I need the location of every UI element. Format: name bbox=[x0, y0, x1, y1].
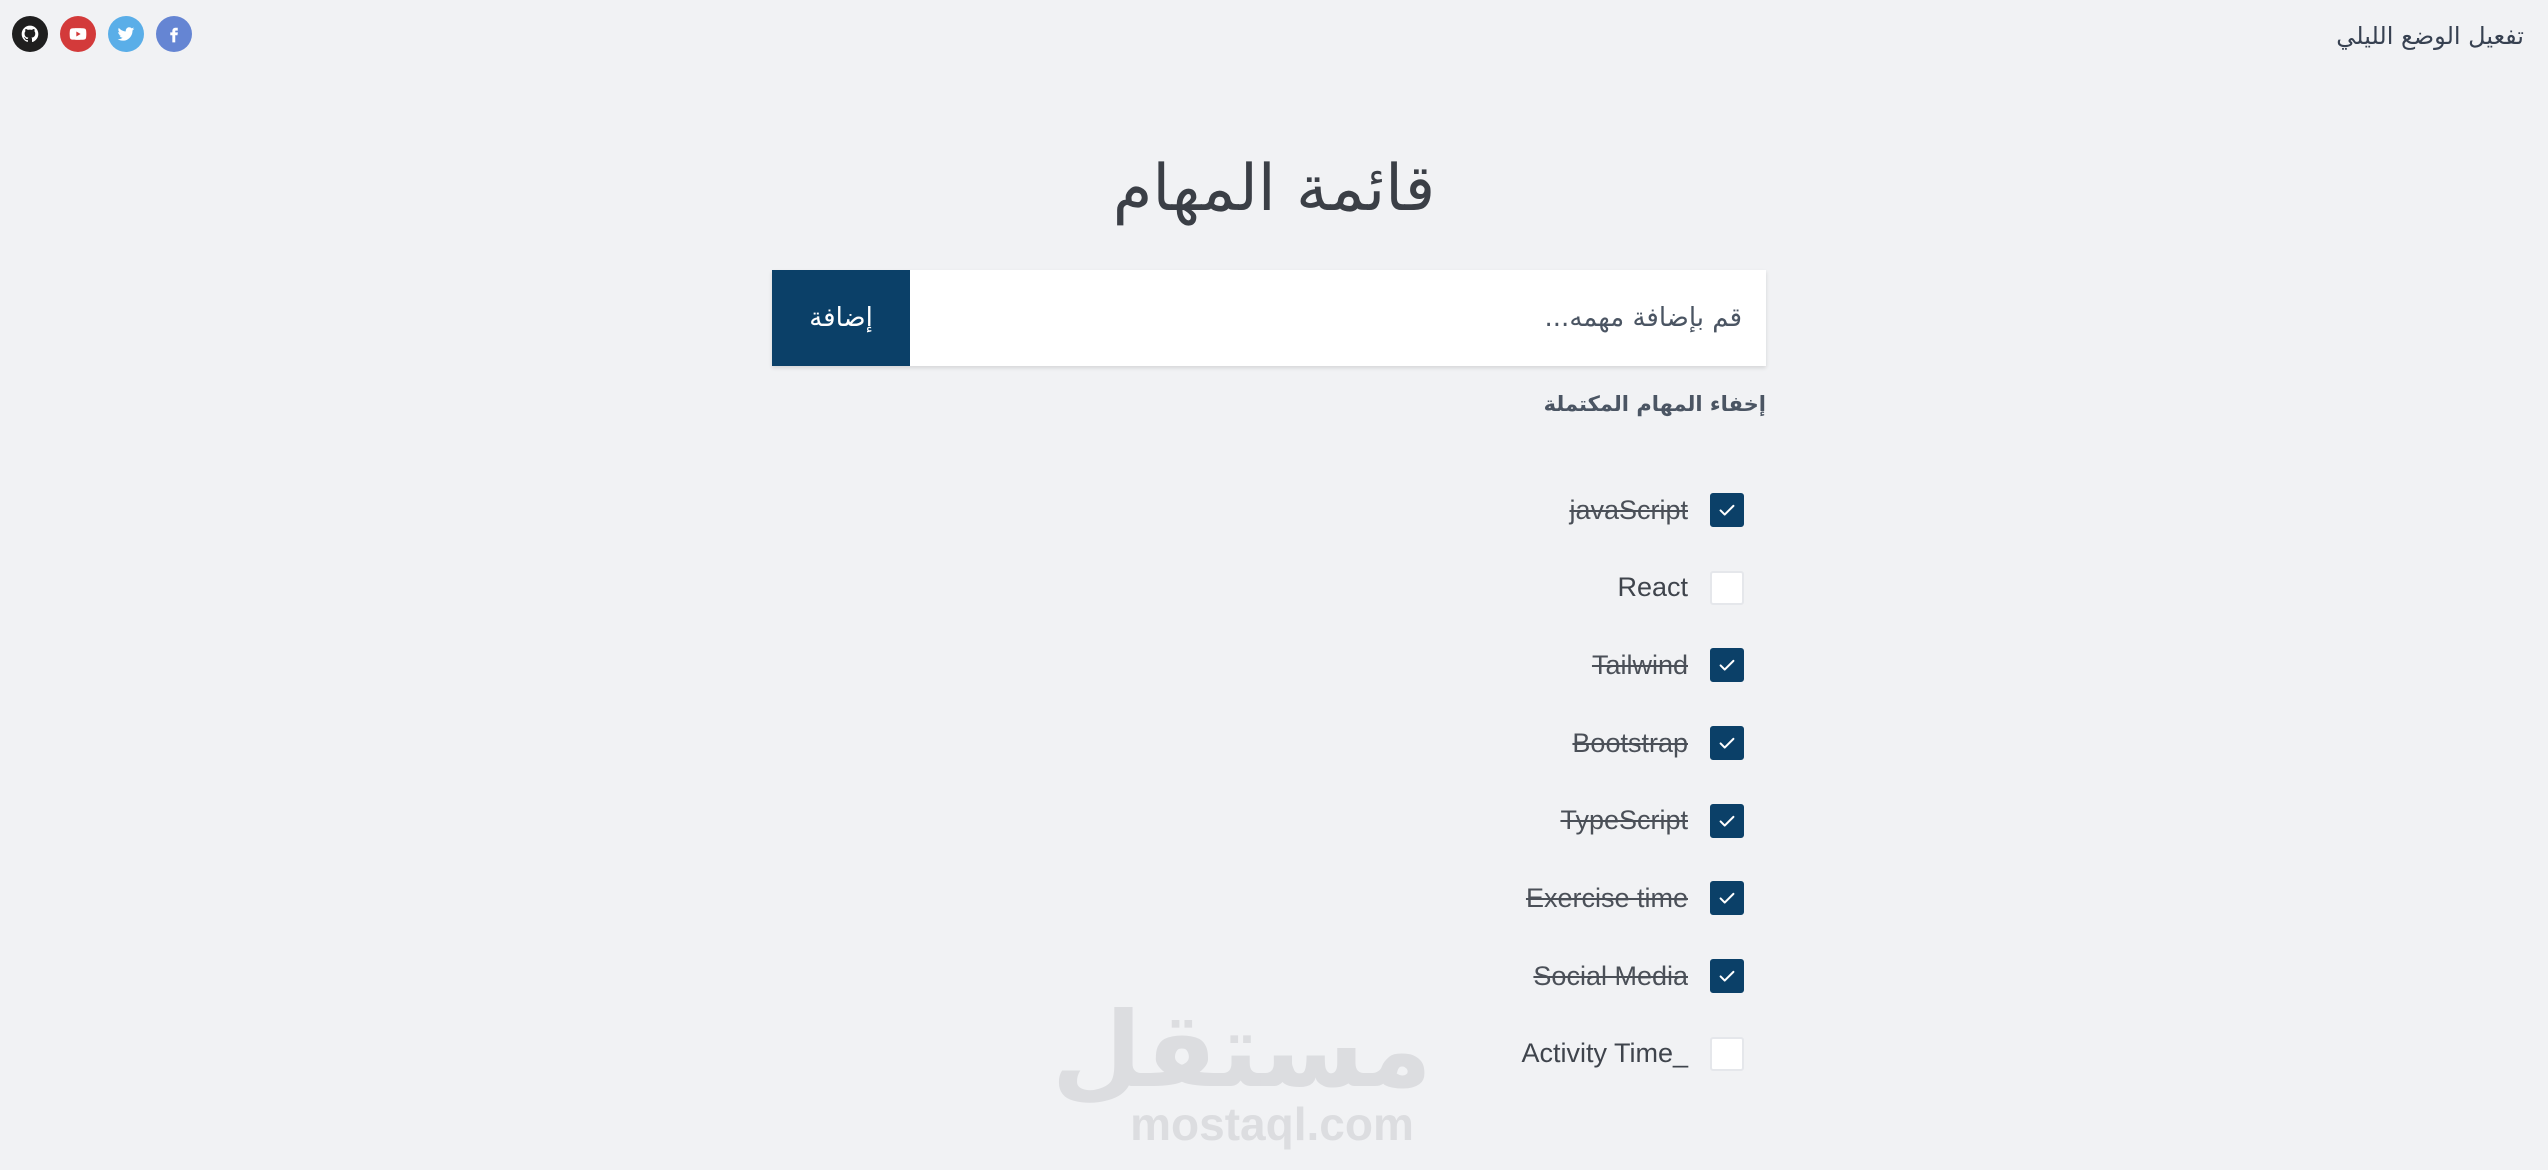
task-label[interactable]: Activity Time_ bbox=[1521, 1038, 1688, 1069]
task-item: javaScript bbox=[1144, 490, 1744, 530]
add-task-form: إضافة bbox=[772, 270, 1766, 366]
task-checkbox[interactable] bbox=[1710, 803, 1744, 838]
check-icon bbox=[1719, 660, 1735, 671]
task-checkbox[interactable] bbox=[1710, 959, 1744, 994]
hide-completed-toggle[interactable]: إخفاء المهام المكتملة bbox=[1544, 392, 1766, 416]
facebook-icon bbox=[170, 27, 178, 43]
task-checkbox[interactable] bbox=[1710, 881, 1744, 916]
watermark-latin: mostaql.com bbox=[1130, 1098, 1414, 1150]
task-label[interactable]: Bootstrap bbox=[1572, 728, 1688, 759]
check-icon bbox=[1719, 970, 1735, 982]
watermark-arabic: مستقل bbox=[1051, 989, 1432, 1111]
top-bar: تفعيل الوضع الليلي bbox=[0, 0, 2548, 70]
task-item: Tailwind bbox=[1144, 645, 1744, 685]
task-checkbox[interactable] bbox=[1710, 648, 1744, 683]
task-checkbox[interactable] bbox=[1710, 1036, 1744, 1071]
check-icon bbox=[1719, 815, 1735, 827]
task-label[interactable]: React bbox=[1617, 572, 1688, 603]
youtube-icon bbox=[69, 28, 87, 40]
task-checkbox[interactable] bbox=[1710, 493, 1744, 527]
add-task-button[interactable]: إضافة bbox=[772, 270, 910, 366]
github-link[interactable] bbox=[12, 16, 48, 52]
task-item: TypeScript bbox=[1144, 801, 1744, 841]
task-checkbox[interactable] bbox=[1710, 570, 1744, 605]
task-label[interactable]: Social Media bbox=[1533, 961, 1688, 992]
check-icon bbox=[1719, 737, 1735, 749]
watermark: مستقل mostaql.com bbox=[1051, 989, 1432, 1150]
check-icon bbox=[1719, 504, 1735, 516]
task-item: Bootstrap bbox=[1144, 723, 1744, 763]
task-label[interactable]: javaScript bbox=[1569, 495, 1688, 526]
task-item: Exercise time bbox=[1144, 878, 1744, 918]
task-label[interactable]: TypeScript bbox=[1560, 805, 1688, 836]
twitter-icon bbox=[117, 27, 135, 41]
social-links bbox=[12, 16, 192, 52]
github-icon bbox=[21, 25, 39, 43]
task-item: React bbox=[1144, 568, 1744, 608]
dark-mode-toggle[interactable]: تفعيل الوضع الليلي bbox=[2336, 22, 2524, 50]
facebook-link[interactable] bbox=[156, 16, 192, 52]
task-checkbox[interactable] bbox=[1710, 726, 1744, 761]
page-title: قائمة المهام bbox=[1112, 152, 1436, 226]
twitter-link[interactable] bbox=[108, 16, 144, 52]
check-icon bbox=[1719, 893, 1735, 905]
youtube-link[interactable] bbox=[60, 16, 96, 52]
task-label[interactable]: Tailwind bbox=[1592, 650, 1688, 681]
task-label[interactable]: Exercise time bbox=[1526, 883, 1688, 914]
task-input[interactable] bbox=[910, 270, 1766, 366]
